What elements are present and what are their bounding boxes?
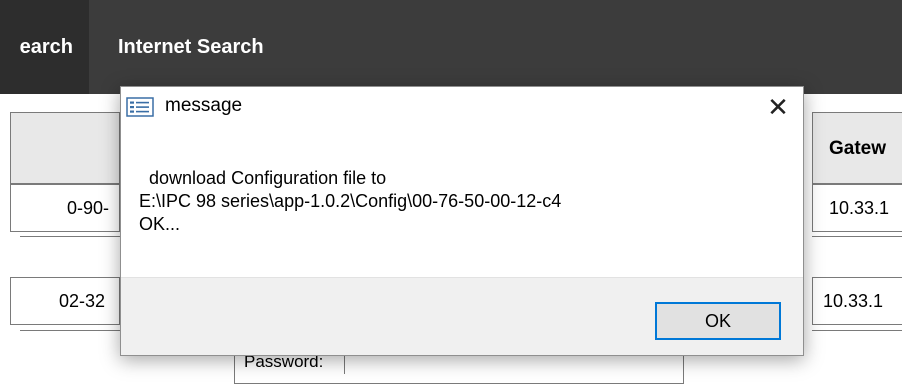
tab-search[interactable]: earch bbox=[0, 0, 83, 94]
dialog-footer: OK bbox=[121, 277, 803, 355]
close-button[interactable]: ✕ bbox=[759, 91, 797, 127]
message-line: download Configuration file to bbox=[149, 168, 387, 188]
row-divider bbox=[20, 236, 120, 237]
table-header-gateway: Gatew bbox=[812, 112, 902, 184]
row-divider bbox=[20, 330, 120, 331]
row-divider bbox=[812, 236, 902, 237]
mac-text: 0-90- bbox=[67, 198, 110, 218]
dialog-titlebar[interactable]: message ✕ bbox=[121, 87, 803, 131]
tab-internet-search[interactable]: Internet Search bbox=[89, 0, 902, 94]
row-divider bbox=[812, 330, 902, 331]
message-list-icon bbox=[126, 97, 154, 117]
ok-button[interactable]: OK bbox=[655, 302, 781, 340]
message-dialog: message ✕ download Configuration file to… bbox=[120, 86, 804, 356]
table-row-2-gateway[interactable]: 10.33.1 bbox=[812, 277, 902, 325]
dialog-body: download Configuration file to E:\IPC 98… bbox=[121, 131, 803, 277]
table-row-1-mac[interactable]: 0-90- bbox=[10, 184, 120, 232]
table-header-cell bbox=[10, 112, 120, 184]
message-path: E:\IPC 98 series\app-1.0.2\Config\00-76-… bbox=[139, 191, 562, 211]
message-status: OK... bbox=[139, 214, 181, 234]
dialog-title: message bbox=[165, 95, 243, 116]
table-row-2-mac[interactable]: 02-32 bbox=[10, 277, 120, 325]
mac-text: 02-32 bbox=[59, 291, 106, 311]
close-icon: ✕ bbox=[767, 93, 789, 123]
tab-search-label: earch bbox=[19, 36, 73, 58]
top-navbar: earch Internet Search bbox=[0, 0, 902, 94]
tab-internet-search-label: Internet Search bbox=[118, 36, 264, 58]
table-row-1-gateway[interactable]: 10.33.1 bbox=[812, 184, 902, 232]
